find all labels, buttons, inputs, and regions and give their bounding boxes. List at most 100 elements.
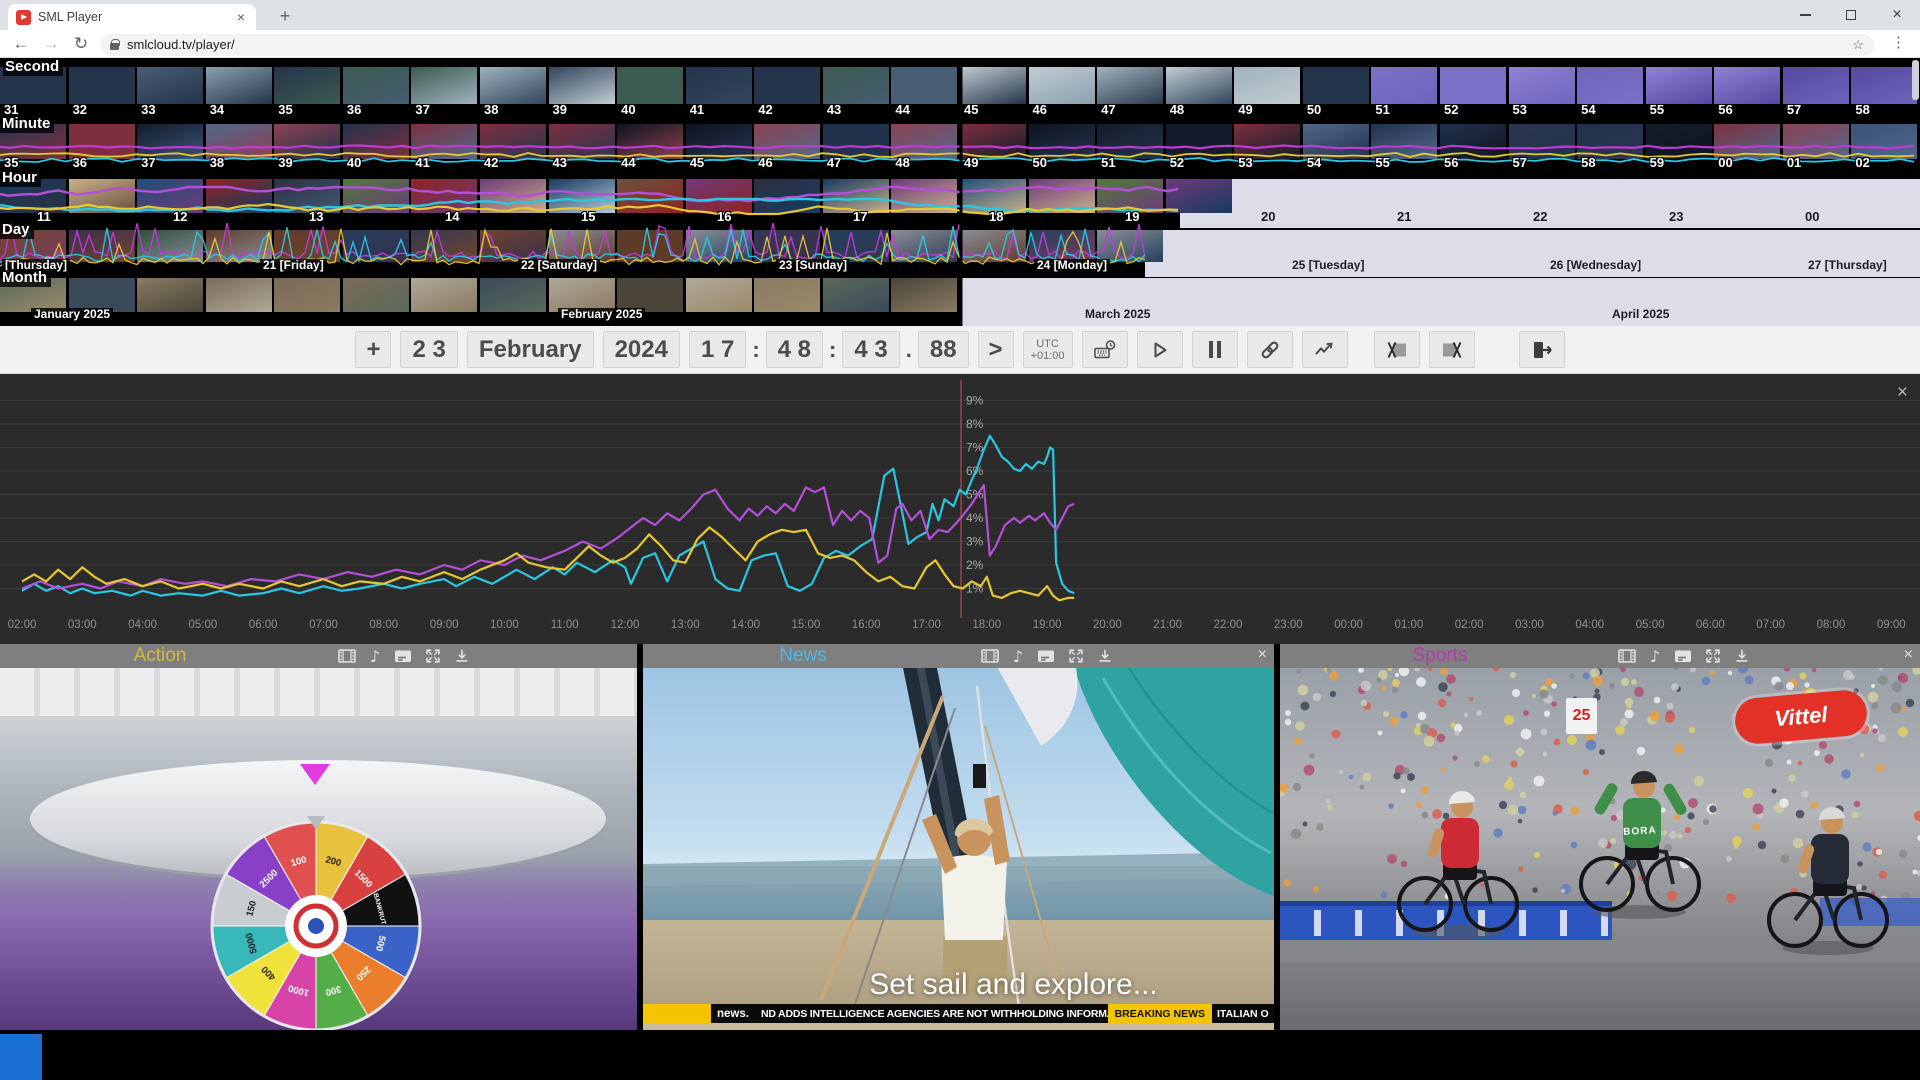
svg-text:7%: 7%: [966, 441, 984, 455]
frames-spinner[interactable]: 88: [918, 331, 969, 368]
video-thumbnail: [274, 67, 340, 104]
timeline-tick-label: 01: [1787, 156, 1801, 169]
timeline-tick-label: 52: [1444, 103, 1458, 116]
year-spinner[interactable]: 2024: [603, 331, 680, 368]
timeline-tick-label: 59: [1650, 156, 1664, 169]
svg-text:08:00: 08:00: [369, 619, 398, 631]
timeline-tick-label: 58: [1855, 103, 1869, 116]
exit-button[interactable]: [1519, 331, 1565, 368]
reload-button[interactable]: ↻: [66, 34, 96, 54]
zoom-in-button[interactable]: +: [355, 331, 391, 368]
download-icon[interactable]: [1096, 647, 1114, 665]
video-thumbnail: [754, 278, 820, 312]
timezone-line1: UTC: [1036, 338, 1059, 350]
timeline-tick-label: 55: [1650, 103, 1664, 116]
film-icon[interactable]: [1617, 647, 1637, 665]
video-thumbnail: [1303, 67, 1369, 104]
timeline-tick-label: 40: [621, 103, 635, 116]
browser-menu-icon[interactable]: ⋮: [1891, 33, 1906, 51]
music-note-icon[interactable]: ♪: [368, 647, 382, 665]
fullscreen-icon[interactable]: [1067, 647, 1085, 665]
address-bar[interactable]: smlcloud.tv/player/ ☆: [100, 34, 1874, 56]
music-note-icon[interactable]: ♪: [1011, 647, 1025, 665]
video-thumbnail: [137, 179, 203, 213]
play-button[interactable]: [1137, 331, 1183, 368]
svg-text:21:00: 21:00: [1153, 619, 1182, 631]
forward-button[interactable]: →: [36, 34, 66, 54]
video-thumbnail: [754, 124, 820, 159]
video-thumbnail: [1097, 230, 1163, 262]
panel-close-icon[interactable]: ×: [1904, 646, 1913, 664]
window-minimize-button[interactable]: [1782, 0, 1828, 30]
film-icon[interactable]: [337, 647, 357, 665]
player-control-bar: + 2 3 February 2024 1 7 : 4 8 : 4 3 . 88…: [0, 326, 1920, 374]
minutes-spinner[interactable]: 4 8: [766, 331, 823, 368]
timeline-tick-label: 27 [Thursday]: [1808, 259, 1887, 272]
timeline-tick-label: 12: [173, 210, 187, 223]
panel-close-icon[interactable]: ×: [1258, 646, 1267, 664]
svg-text:09:00: 09:00: [1877, 619, 1906, 631]
link-button[interactable]: [1247, 331, 1293, 368]
month-spinner[interactable]: February: [467, 331, 594, 368]
back-button[interactable]: ←: [6, 34, 36, 54]
svg-text:02:00: 02:00: [8, 619, 37, 631]
pause-button[interactable]: [1192, 331, 1238, 368]
window-close-button[interactable]: ×: [1874, 0, 1920, 30]
mark-out-button[interactable]: [1429, 331, 1475, 368]
timeline-tick-label: 39: [553, 103, 567, 116]
timeline-strips[interactable]: 3132333435363738394041424344454647484950…: [0, 58, 1920, 326]
step-forward-button[interactable]: >: [978, 331, 1014, 368]
ratings-chart[interactable]: 02:0003:0004:0005:0006:0007:0008:0009:00…: [0, 374, 1920, 644]
video-thumbnail: [206, 67, 272, 104]
timeline-row-label-day: Day: [0, 222, 34, 239]
url-text[interactable]: smlcloud.tv/player/: [127, 37, 1844, 52]
mark-in-button[interactable]: [1374, 331, 1420, 368]
day-spinner[interactable]: 2 3: [400, 331, 457, 368]
timeline-tick-label: 15: [581, 210, 595, 223]
timezone-display: UTC +01:00: [1023, 331, 1073, 368]
music-note-icon[interactable]: ♪: [1648, 647, 1662, 665]
timeline-tick-label: 16: [717, 210, 731, 223]
video-panel-sports[interactable]: Vittel 25 BORA: [1280, 668, 1920, 1030]
hours-spinner[interactable]: 1 7: [689, 331, 746, 368]
fullscreen-icon[interactable]: [1704, 647, 1722, 665]
ticker-breaking-label: BREAKING NEWS: [1108, 1004, 1212, 1023]
timeline-scrollbar[interactable]: [1912, 60, 1919, 100]
subtitles-icon[interactable]: [1673, 647, 1693, 665]
svg-text:19:00: 19:00: [1033, 619, 1062, 631]
video-thumbnail: [1646, 67, 1712, 104]
timeline-tick-label: 11: [37, 210, 51, 223]
download-icon[interactable]: [1733, 647, 1751, 665]
video-thumbnail: [891, 179, 957, 213]
browser-tab[interactable]: SML Player ×: [8, 4, 256, 30]
subtitles-icon[interactable]: [393, 647, 413, 665]
video-panel-news[interactable]: Set sail and explore... news. ND ADDS IN…: [643, 668, 1274, 1030]
video-thumbnail: [480, 179, 546, 213]
svg-text:14:00: 14:00: [731, 619, 760, 631]
svg-text:3%: 3%: [966, 535, 984, 549]
video-thumbnail: [1783, 124, 1849, 159]
browser-window: SML Player × + × ← → ↻ smlcloud.tv/playe…: [0, 0, 1920, 1080]
seconds-spinner[interactable]: 4 3: [842, 331, 899, 368]
video-thumbnail: [343, 179, 409, 213]
subtitles-icon[interactable]: [1036, 647, 1056, 665]
video-thumbnail: [960, 230, 1026, 262]
timeline-tick-label: 33: [141, 103, 155, 116]
fullscreen-icon[interactable]: [424, 647, 442, 665]
bookmark-star-icon[interactable]: ☆: [1852, 37, 1864, 53]
tab-close-icon[interactable]: ×: [234, 9, 248, 25]
datetime-keyboard-button[interactable]: [1082, 331, 1128, 368]
download-icon[interactable]: [453, 647, 471, 665]
video-thumbnail: [206, 278, 272, 312]
svg-text:23:00: 23:00: [1274, 619, 1303, 631]
window-maximize-button[interactable]: [1828, 0, 1874, 30]
timeline-tick-label: 48: [1170, 103, 1184, 116]
film-icon[interactable]: [980, 647, 1000, 665]
video-thumbnail: [1714, 67, 1780, 104]
video-panel-action[interactable]: 2001500BANKRUT50025030010004005000150250…: [0, 668, 637, 1030]
panel-header-sports: Sports♪×: [1280, 644, 1920, 668]
timeline-tick-label: 46: [1033, 103, 1047, 116]
new-tab-button[interactable]: +: [272, 5, 298, 29]
chart-close-icon[interactable]: ×: [1897, 382, 1908, 404]
activity-button[interactable]: [1302, 331, 1348, 368]
